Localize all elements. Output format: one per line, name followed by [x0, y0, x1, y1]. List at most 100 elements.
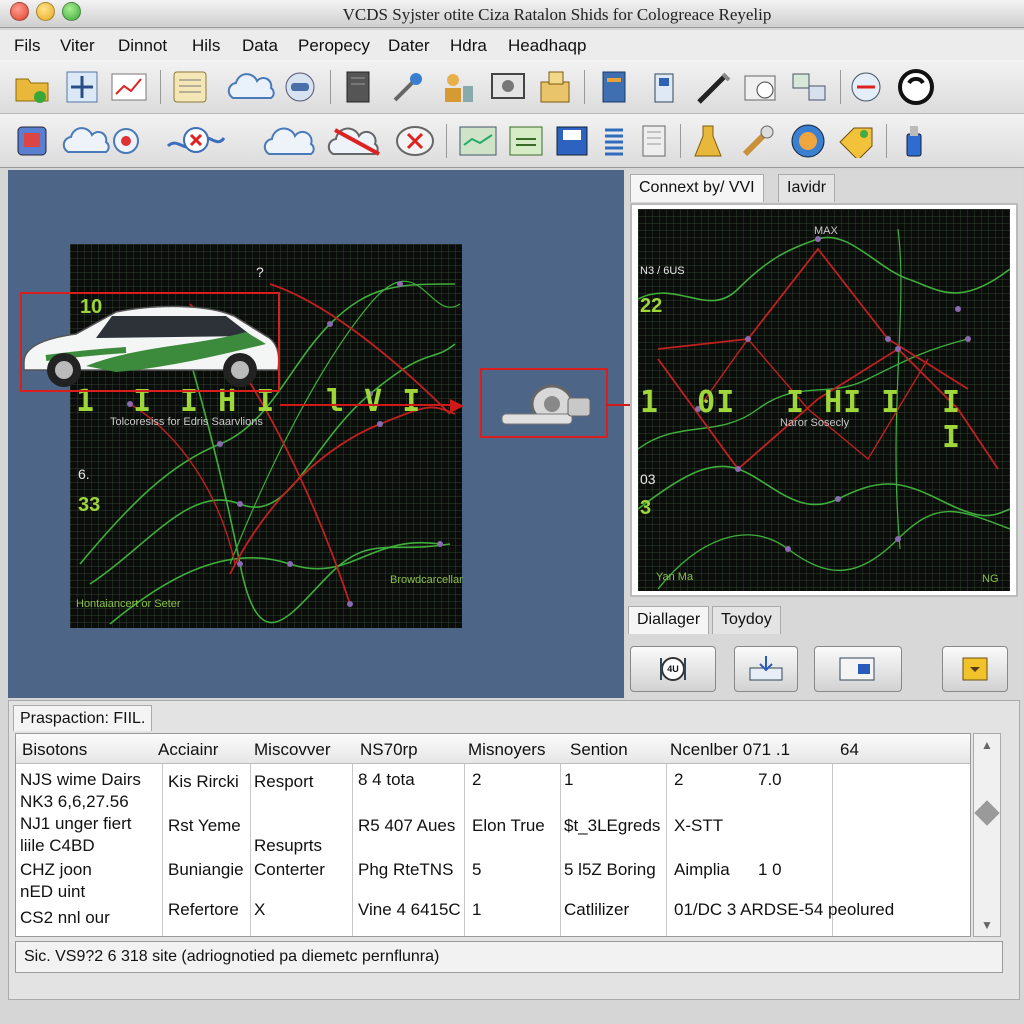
- column-header[interactable]: Misnoyers: [468, 740, 545, 760]
- table-cell[interactable]: R5 407 Aues: [358, 816, 455, 836]
- column-header[interactable]: 64: [840, 740, 859, 760]
- table-cell[interactable]: 1: [564, 770, 573, 790]
- network-icon[interactable]: [790, 67, 830, 107]
- battery-icon[interactable]: [644, 67, 684, 107]
- table-cell[interactable]: Kis Rircki: [168, 772, 239, 792]
- cancel-icon[interactable]: [394, 121, 434, 161]
- dial-button[interactable]: 4U: [630, 646, 716, 692]
- menu-item-hdra[interactable]: Hdra: [450, 36, 487, 56]
- vehicle-highlight-box[interactable]: 10: [20, 292, 280, 392]
- scroll-up-icon[interactable]: ▲: [974, 734, 1000, 756]
- table-cell[interactable]: 5 l5Z Boring: [564, 860, 656, 880]
- column-header[interactable]: Sention: [570, 740, 628, 760]
- person-icon[interactable]: [438, 67, 478, 107]
- table-cell[interactable]: Resuprts: [254, 836, 322, 856]
- menu-item-dinnot[interactable]: Dinnot: [118, 36, 167, 56]
- save-icon[interactable]: [552, 121, 592, 161]
- pen-icon[interactable]: [694, 67, 734, 107]
- error-icon[interactable]: [162, 121, 258, 161]
- tab-diallager[interactable]: Diallager: [628, 606, 710, 634]
- table-cell[interactable]: CS2 nnl our: [20, 908, 110, 928]
- window-button[interactable]: [814, 646, 902, 692]
- scroll-down-icon[interactable]: ▼: [974, 914, 1000, 936]
- power-icon[interactable]: [896, 67, 936, 107]
- table-cell[interactable]: 1: [472, 900, 481, 920]
- module-icon[interactable]: [12, 121, 52, 161]
- table-cell[interactable]: liile C4BD: [20, 836, 95, 856]
- add-icon[interactable]: [62, 67, 102, 107]
- tab-iavidr[interactable]: Iavidr: [778, 174, 836, 202]
- table-cell[interactable]: Refertore: [168, 900, 239, 920]
- usb-icon[interactable]: [894, 121, 934, 161]
- column-header[interactable]: Ncenlber 071 .1: [670, 740, 790, 760]
- calendar-icon[interactable]: [170, 67, 210, 107]
- table-cell[interactable]: Vine 4 6415C: [358, 900, 461, 920]
- menu-item-headhaqp[interactable]: Headhaqp: [508, 36, 586, 56]
- table-cell[interactable]: 1 0: [758, 860, 782, 880]
- table-scrollbar[interactable]: ▲ ▼: [973, 733, 1001, 937]
- table-cell[interactable]: X-STT: [674, 816, 723, 836]
- interface-highlight-box[interactable]: [480, 368, 608, 438]
- binder-icon[interactable]: [338, 67, 378, 107]
- tab-toydoy[interactable]: Toydoy: [712, 606, 781, 634]
- table-cell[interactable]: Rst Yeme: [168, 816, 241, 836]
- monitor-icon[interactable]: [488, 67, 528, 107]
- table-cell[interactable]: 2: [472, 770, 481, 790]
- table-cell[interactable]: NJS wime Dairs: [20, 770, 141, 790]
- table-cell[interactable]: 8 4 tota: [358, 770, 415, 790]
- table-cell[interactable]: Conterter: [254, 860, 325, 880]
- table-cell[interactable]: 5: [472, 860, 481, 880]
- diagnostics-icon[interactable]: [846, 67, 886, 107]
- table-cell[interactable]: NK3 6,6,27.56: [20, 792, 129, 812]
- table-cell[interactable]: Phg RteTNS: [358, 860, 453, 880]
- spring-icon[interactable]: [594, 121, 634, 161]
- check-sheet-icon[interactable]: [506, 121, 546, 161]
- tools-icon[interactable]: [388, 67, 428, 107]
- meter-icon[interactable]: [742, 67, 782, 107]
- menu-item-viter[interactable]: Viter: [60, 36, 95, 56]
- table-cell[interactable]: Catlilizer: [564, 900, 629, 920]
- column-header[interactable]: NS70rp: [360, 740, 418, 760]
- scroll-thumb[interactable]: [974, 800, 1000, 826]
- menu-item-peropecy[interactable]: Peropecy: [298, 36, 370, 56]
- sensor-graph-right[interactable]: MAX N3 / 6US 22 1 0I I HI I I I Naror So…: [638, 209, 1010, 591]
- tag-icon[interactable]: [836, 121, 876, 161]
- server-icon[interactable]: [594, 67, 634, 107]
- car-icon[interactable]: [280, 67, 320, 107]
- column-header[interactable]: Bisotons: [22, 740, 87, 760]
- flask-icon[interactable]: [688, 121, 728, 161]
- cloud-icon[interactable]: [218, 67, 288, 107]
- table-cell[interactable]: CHZ joon: [20, 860, 92, 880]
- table-cell[interactable]: Buniangie: [168, 860, 244, 880]
- table-cell[interactable]: $t_3LEgreds: [564, 816, 660, 836]
- zoom-window-icon[interactable]: [62, 2, 81, 21]
- table-cell[interactable]: NJ1 unger fiert: [20, 814, 132, 834]
- chart-icon[interactable]: [110, 67, 150, 107]
- folder-button[interactable]: [942, 646, 1008, 692]
- table-cell[interactable]: nED uint: [20, 882, 85, 902]
- download-button[interactable]: [734, 646, 798, 692]
- tab-connect-vvi[interactable]: Connext by/ VVI: [630, 174, 764, 202]
- tab-praspaction[interactable]: Praspaction: FIIL.: [13, 705, 153, 731]
- table-cell[interactable]: 7.0: [758, 770, 782, 790]
- wrench-icon[interactable]: [738, 121, 778, 161]
- table-cell[interactable]: 01/DC 3 ARDSE-54 peolured: [674, 900, 894, 920]
- graph-icon[interactable]: [458, 121, 498, 161]
- box-icon[interactable]: [536, 67, 576, 107]
- menu-item-hils[interactable]: Hils: [192, 36, 220, 56]
- table-cell[interactable]: Resport: [254, 772, 314, 792]
- menu-item-data[interactable]: Data: [242, 36, 278, 56]
- globe-icon[interactable]: [788, 121, 828, 161]
- column-header[interactable]: Miscovver: [254, 740, 331, 760]
- cloud-connect-icon[interactable]: [58, 121, 154, 161]
- menu-item-file[interactable]: Fils: [14, 36, 40, 56]
- table-cell[interactable]: 2: [674, 770, 683, 790]
- minimize-window-icon[interactable]: [36, 2, 55, 21]
- documents-icon[interactable]: [634, 121, 674, 161]
- table-cell[interactable]: Aimplia: [674, 860, 730, 880]
- table-cell[interactable]: Elon True: [472, 816, 545, 836]
- menu-item-dater[interactable]: Dater: [388, 36, 430, 56]
- column-header[interactable]: Acciainr: [158, 740, 218, 760]
- folder-icon[interactable]: [12, 67, 52, 107]
- close-window-icon[interactable]: [10, 2, 29, 21]
